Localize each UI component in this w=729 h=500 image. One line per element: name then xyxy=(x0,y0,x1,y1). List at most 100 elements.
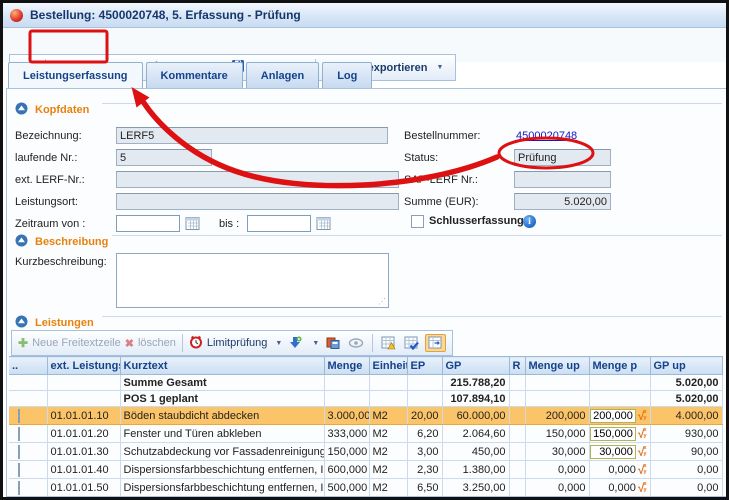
ext-lerf-nr-field[interactable] xyxy=(116,171,399,188)
calendar-icon[interactable] xyxy=(185,216,200,231)
cell-select xyxy=(9,479,47,497)
grid-expand-button[interactable] xyxy=(425,334,446,352)
schlusserfassung-label: Schlusserfassung xyxy=(429,215,524,227)
row-checkbox[interactable] xyxy=(18,445,20,459)
cell-nr: 01.01.01.40 xyxy=(47,461,120,479)
menge-p-input[interactable] xyxy=(590,445,636,459)
collapse-arrow-icon[interactable] xyxy=(15,315,28,331)
table-row[interactable]: 01.01.01.40 Dispersionsfarbbeschichtung … xyxy=(9,461,722,479)
aufmass-sqrt-icon[interactable]: √xy xyxy=(638,464,647,476)
aufmass-sqrt-icon[interactable]: √xy xyxy=(638,410,647,422)
calendar-icon[interactable] xyxy=(316,216,331,231)
row-checkbox[interactable] xyxy=(18,481,20,495)
row-checkbox[interactable] xyxy=(18,409,20,423)
col-ep[interactable]: EP xyxy=(407,357,442,375)
section-title: Leistungen xyxy=(35,317,94,329)
cell-select xyxy=(9,461,47,479)
col-r[interactable]: R xyxy=(509,357,525,375)
section-title: Kopfdaten xyxy=(35,104,89,116)
tab-anlagen[interactable]: Anlagen xyxy=(246,62,319,88)
menge-p-input[interactable] xyxy=(590,427,636,441)
leistungen-section-header: Leistungen xyxy=(15,316,94,330)
ext-lerf-nr-label: ext. LERF-Nr.: xyxy=(15,174,85,186)
grid-check-button[interactable] xyxy=(402,335,421,351)
row-checkbox[interactable] xyxy=(18,463,20,477)
grid-warning-button[interactable] xyxy=(379,335,398,351)
aufmass-sqrt-icon[interactable]: √xy xyxy=(638,428,647,440)
copy-button[interactable] xyxy=(323,335,342,351)
aufmass-sqrt-icon[interactable]: √xy xyxy=(638,482,647,494)
cell-einheit: M2 xyxy=(369,479,407,497)
laufende-nr-field[interactable] xyxy=(116,149,212,166)
status-field[interactable] xyxy=(514,149,611,166)
col-menge-p[interactable]: Menge p xyxy=(589,357,650,375)
neue-freitextzeile-button[interactable]: ✚ Neue Freitextzeile xyxy=(18,336,121,350)
aufmass-sqrt-icon[interactable]: √xy xyxy=(638,446,647,458)
collapse-arrow-icon[interactable] xyxy=(15,234,28,250)
table-row[interactable]: 01.01.01.50 Dispersionsfarbbeschichtung … xyxy=(9,479,722,497)
col-ext-leistungsnr[interactable]: ext. Leistungsnr xyxy=(47,357,120,375)
table-row[interactable]: 01.01.01.30 Schutzabdeckung vor Fassaden… xyxy=(9,443,722,461)
row-checkbox[interactable] xyxy=(18,427,20,441)
sap-lerf-nr-field[interactable] xyxy=(514,171,611,188)
schlusserfassung-checkbox[interactable] xyxy=(411,215,424,228)
col-einheit[interactable]: Einheit xyxy=(369,357,407,375)
section-divider xyxy=(102,103,722,104)
cell-menge-up: 0,000 xyxy=(525,461,589,479)
tab-kommentare[interactable]: Kommentare xyxy=(146,62,243,88)
cell-menge: 333,000 xyxy=(324,425,369,443)
cell-select xyxy=(9,443,47,461)
alarm-clock-icon xyxy=(189,335,203,352)
import-button[interactable] xyxy=(286,335,304,351)
laufende-nr-label: laufende Nr.: xyxy=(15,152,77,164)
bezeichnung-field[interactable] xyxy=(116,127,388,144)
cell-kurztext: POS 1 geplant xyxy=(120,391,324,407)
tab-log[interactable]: Log xyxy=(322,62,372,88)
kurzbeschreibung-label: Kurzbeschreibung: xyxy=(15,256,107,268)
collapse-arrow-icon[interactable] xyxy=(15,102,28,118)
cell-einheit: M2 xyxy=(369,407,407,425)
info-icon[interactable]: i xyxy=(523,215,536,228)
summe-field[interactable] xyxy=(514,193,611,210)
cell-menge-p: √xy xyxy=(589,407,650,425)
cell-kurztext xyxy=(120,497,324,498)
table-row[interactable]: 01.01.01.20 Fenster und Türen abkleben 3… xyxy=(9,425,722,443)
cell-menge: 3.000,000 xyxy=(324,407,369,425)
zeitraum-von-field[interactable] xyxy=(116,215,180,232)
cell-select xyxy=(9,425,47,443)
limitpruefung-button[interactable]: Limitprüfung ▼ xyxy=(189,335,282,352)
cell-kurztext: Böden staubdicht abdecken xyxy=(120,407,324,425)
col-kurztext[interactable]: Kurztext xyxy=(120,357,324,375)
tab-label: Anlagen xyxy=(261,70,304,82)
toolbar-separator xyxy=(372,334,373,352)
table-header-row: .. ext. Leistungsnr Kurztext Menge Einhe… xyxy=(9,357,722,375)
col-menge[interactable]: Menge xyxy=(324,357,369,375)
cell-ep xyxy=(407,375,442,391)
cell-r xyxy=(509,497,525,498)
bis-field[interactable] xyxy=(247,215,311,232)
cell-menge-up xyxy=(525,391,589,407)
content-panel: Kopfdaten Bezeichnung: laufende Nr.: ext… xyxy=(6,88,729,497)
cell-r xyxy=(509,375,525,391)
col-menge-up[interactable]: Menge up xyxy=(525,357,589,375)
kurzbeschreibung-textarea[interactable] xyxy=(116,253,389,308)
tab-leistungserfassung[interactable]: Leistungserfassung xyxy=(8,62,143,89)
cell-ep: 20,00 xyxy=(407,407,442,425)
col-select[interactable]: .. xyxy=(9,357,47,375)
col-gp-up[interactable]: GP up xyxy=(650,357,722,375)
cell-ep: 6,50 xyxy=(407,479,442,497)
cell-select xyxy=(9,407,47,425)
bestellnummer-link[interactable]: 4500020748 xyxy=(516,130,577,142)
menge-p-input[interactable] xyxy=(590,409,636,423)
beschreibung-section-header: Beschreibung xyxy=(15,235,108,249)
kopfdaten-section-header: Kopfdaten xyxy=(15,103,89,117)
table-row[interactable]: 01.01.01.10 Böden staubdicht abdecken 3.… xyxy=(9,407,722,425)
cell-menge-p xyxy=(589,391,650,407)
preview-eye-button[interactable] xyxy=(346,336,366,350)
col-gp[interactable]: GP xyxy=(442,357,509,375)
resize-grip-icon[interactable]: ⋰ xyxy=(378,297,386,306)
chevron-down-icon: ▼ xyxy=(275,340,282,347)
toolbar-separator xyxy=(182,334,183,352)
leistungsort-field[interactable] xyxy=(116,193,399,210)
loeschen-button[interactable]: ✖ löschen xyxy=(125,337,176,350)
